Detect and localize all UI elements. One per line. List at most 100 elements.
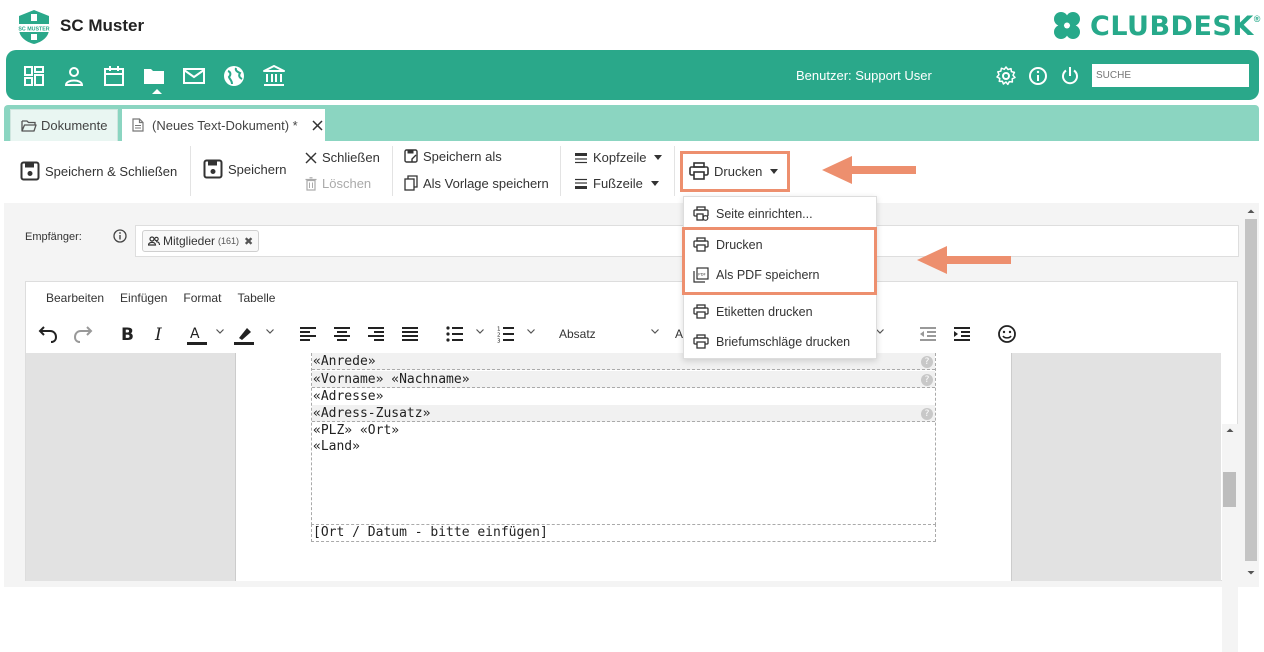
power-icon[interactable] <box>1060 66 1080 86</box>
field-anrede-text: «Anrede» <box>313 354 376 369</box>
mail-icon[interactable] <box>183 65 205 87</box>
chevron-down-icon[interactable] <box>527 329 535 334</box>
save-as-label: Speichern als <box>423 149 502 164</box>
club-logo: SC MUSTER <box>16 9 52 45</box>
bold-icon[interactable]: B <box>119 325 135 343</box>
address-block[interactable]: «Anrede» ? «Vorname» «Nachname» ? «Adres… <box>311 353 936 540</box>
scroll-up-icon[interactable] <box>1243 205 1259 217</box>
active-nav-indicator <box>152 89 162 94</box>
scroll-up-icon[interactable] <box>1222 424 1238 436</box>
field-help-icon[interactable]: ? <box>921 408 933 420</box>
close-button[interactable]: Schließen <box>305 150 380 165</box>
save-and-close-button[interactable]: Speichern & Schließen <box>20 161 177 181</box>
bullet-list-icon[interactable] <box>446 326 464 342</box>
current-user-label: Benutzer: Support User <box>796 68 932 83</box>
align-center-icon[interactable] <box>333 326 351 342</box>
rich-text-editor: Bearbeiten Einfügen Format Tabelle B I A <box>25 281 1238 652</box>
search-input[interactable] <box>1092 64 1249 87</box>
save-button[interactable]: Speichern <box>203 159 287 179</box>
field-land-text: «Land» <box>313 439 360 454</box>
align-right-icon[interactable] <box>367 326 385 342</box>
field-help-icon[interactable]: ? <box>921 374 933 386</box>
bank-icon[interactable] <box>263 65 285 87</box>
menu-format[interactable]: Format <box>183 291 221 305</box>
field-vorname-nachname-text: «Vorname» «Nachname» <box>313 372 470 387</box>
delete-button[interactable]: Löschen <box>305 176 371 191</box>
remove-recipient-icon[interactable]: ✖ <box>244 235 253 248</box>
text-color-icon[interactable]: A <box>186 324 208 346</box>
save-as-template-button[interactable]: Als Vorlage speichern <box>404 175 549 191</box>
folder-open-icon <box>21 119 37 132</box>
menu-tabelle[interactable]: Tabelle <box>237 291 275 305</box>
chevron-down-icon[interactable] <box>876 329 884 334</box>
field-adress-zusatz[interactable]: «Adress-Zusatz» ? <box>312 405 935 422</box>
brand-name: CLUBDESK <box>1090 10 1254 42</box>
align-justify-icon[interactable] <box>401 326 419 342</box>
svg-text:B: B <box>121 325 134 343</box>
indent-icon[interactable] <box>953 326 971 342</box>
menu-bearbeiten[interactable]: Bearbeiten <box>46 291 104 305</box>
info-icon[interactable] <box>1028 66 1048 86</box>
italic-icon[interactable]: I <box>153 325 167 343</box>
block-format-select[interactable]: Absatz <box>559 327 596 341</box>
scroll-down-icon[interactable] <box>1243 567 1259 579</box>
footer-dropdown-button[interactable]: Fußzeile <box>574 176 659 191</box>
redo-icon[interactable] <box>73 325 93 343</box>
undo-icon[interactable] <box>38 325 58 343</box>
page-scrollbar-thumb[interactable] <box>1245 219 1257 561</box>
save-and-close-label: Speichern & Schließen <box>45 163 178 179</box>
toolbar-separator <box>392 146 393 196</box>
editor-scrollbar[interactable] <box>1222 424 1238 652</box>
align-left-icon[interactable] <box>299 326 317 342</box>
editor-menubar: Bearbeiten Einfügen Format Tabelle <box>46 291 275 305</box>
emoji-icon[interactable] <box>997 324 1017 344</box>
header-layout-icon <box>575 152 587 163</box>
numbered-list-icon[interactable]: 1 2 3 <box>497 325 515 343</box>
tab-dokumente[interactable]: Dokumente <box>10 109 118 141</box>
menu-item-print-envelopes[interactable]: Briefumschläge drucken <box>693 334 850 349</box>
field-plz-ort-text: «PLZ» «Ort» <box>313 423 400 438</box>
recipient-chip[interactable]: Mitglieder (161) ✖ <box>142 230 260 252</box>
calendar-icon[interactable] <box>103 65 125 87</box>
field-plz-ort[interactable]: «PLZ» «Ort» <box>312 422 935 439</box>
folder-icon[interactable] <box>143 65 165 87</box>
settings-gear-icon[interactable] <box>996 66 1016 86</box>
field-adresse[interactable]: «Adresse» <box>312 388 935 405</box>
editor-scrollbar-thumb[interactable] <box>1223 472 1236 507</box>
menu-item-page-setup[interactable]: Seite einrichten... <box>693 206 813 221</box>
field-help-icon[interactable]: ? <box>921 356 933 368</box>
printer-icon <box>693 334 709 349</box>
header-dropdown-button[interactable]: Kopfzeile <box>574 150 663 165</box>
club-name: SC Muster <box>60 16 145 35</box>
menu-item-print-labels-label: Etiketten drucken <box>716 304 813 319</box>
menu-einfuegen[interactable]: Einfügen <box>120 291 167 305</box>
annotation-arrow-left-icon <box>917 246 1011 274</box>
menu-item-print-labels[interactable]: Etiketten drucken <box>693 304 813 319</box>
svg-text:3: 3 <box>497 339 501 344</box>
tab-neues-text-dokument[interactable]: (Neues Text-Dokument) * <box>122 109 325 141</box>
outdent-icon[interactable] <box>919 326 937 342</box>
copy-icon <box>404 175 418 191</box>
chevron-down-icon[interactable] <box>216 329 224 334</box>
field-land[interactable]: «Land» <box>312 438 935 455</box>
chevron-down-icon[interactable] <box>266 329 274 334</box>
save-as-button[interactable]: Speichern als <box>404 149 502 164</box>
highlight-color-icon[interactable] <box>233 324 255 346</box>
chevron-down-icon[interactable] <box>476 329 484 334</box>
menu-item-print-envelopes-label: Briefumschläge drucken <box>716 334 851 349</box>
dashboard-icon[interactable] <box>23 65 45 87</box>
info-icon[interactable] <box>113 229 127 243</box>
chevron-down-icon[interactable] <box>651 329 659 334</box>
header-label: Kopfzeile <box>593 150 647 165</box>
document-page[interactable]: «Anrede» ? «Vorname» «Nachname» ? «Adres… <box>235 353 1012 581</box>
footer-layout-icon <box>575 178 587 189</box>
field-vorname-nachname[interactable]: «Vorname» «Nachname» ? <box>312 371 935 388</box>
globe-icon[interactable] <box>223 65 245 87</box>
place-date-field[interactable]: [Ort / Datum - bitte einfügen] <box>311 524 936 542</box>
clubdesk-logo: CLUBDESK ® <box>1050 10 1260 42</box>
club-logo-text: SC MUSTER <box>18 27 49 33</box>
page-scrollbar[interactable] <box>1243 205 1259 583</box>
close-tab-icon[interactable] <box>312 120 323 131</box>
person-icon[interactable] <box>63 65 85 87</box>
font-family-select[interactable]: A <box>675 327 683 341</box>
